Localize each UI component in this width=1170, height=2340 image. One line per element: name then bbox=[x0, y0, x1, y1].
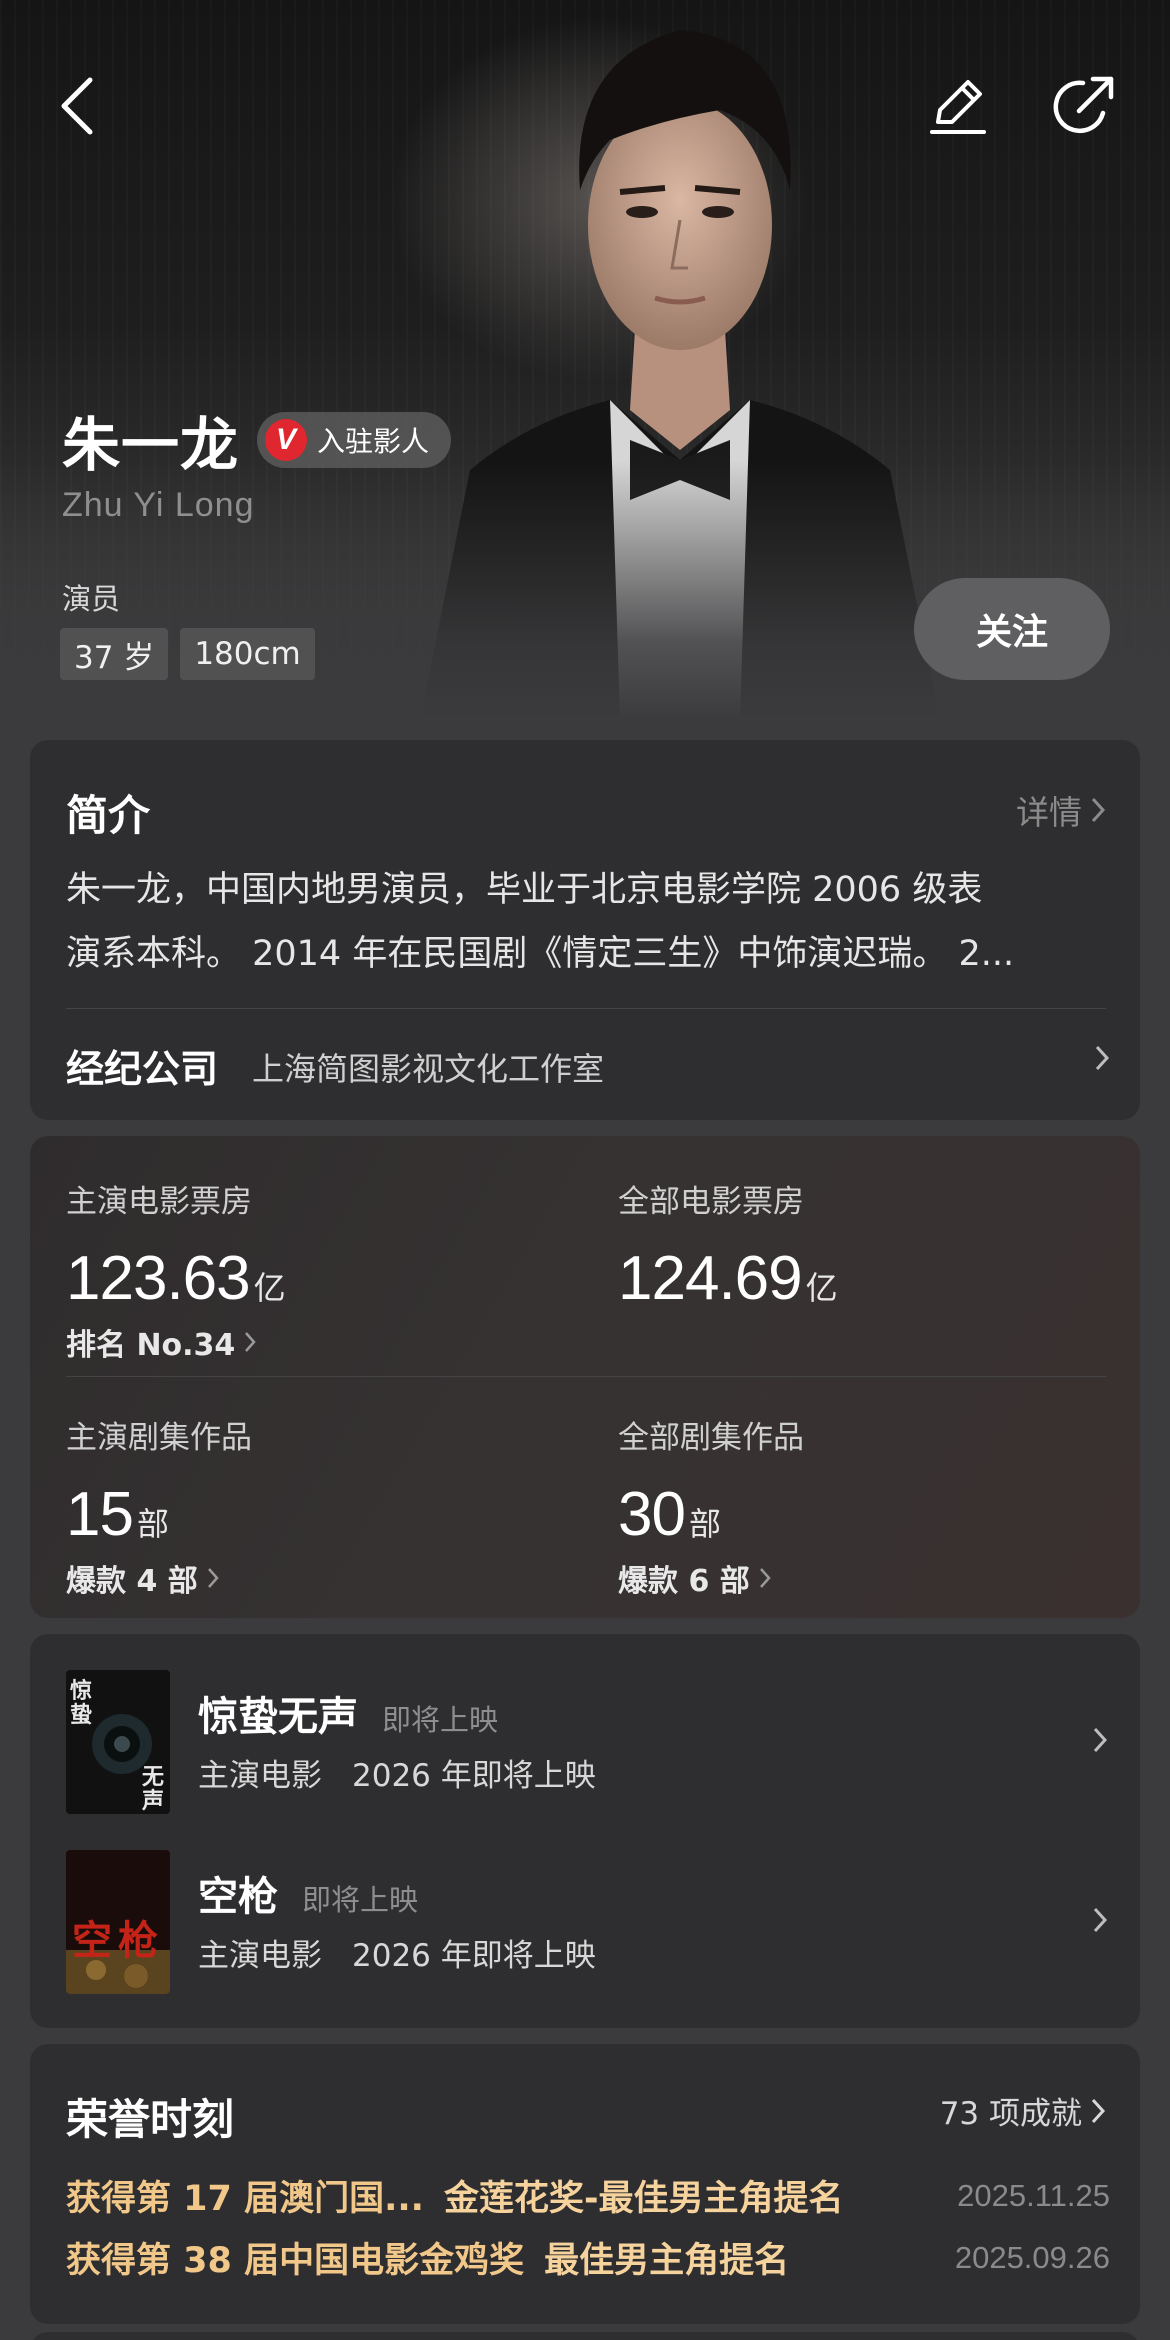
upcoming-works-card: 惊 蛰 无 声 惊蛰无声 即将上映 主演电影 2026 年即将上映 空 枪 空枪… bbox=[30, 1634, 1140, 2028]
stat-value: 30 bbox=[618, 1480, 686, 1549]
edit-pencil-icon bbox=[930, 80, 986, 134]
work-item[interactable]: 惊 蛰 无 声 惊蛰无声 即将上映 主演电影 2026 年即将上映 bbox=[66, 1670, 1110, 1814]
stat-label: 全部剧集作品 bbox=[618, 1420, 804, 1456]
all-box-office-stat: 全部电影票房 124.69 亿 bbox=[618, 1176, 838, 1314]
verified-badge[interactable]: V 入驻影人 bbox=[257, 412, 452, 468]
chevron-right-icon bbox=[245, 1332, 256, 1352]
intro-card: 简介 详情 朱一龙，中国内地男演员，毕业于北京电影学院 2006 级表 演系本科… bbox=[30, 740, 1140, 1120]
verified-badge-label: 入驻影人 bbox=[317, 425, 430, 458]
work-title-row: 空枪 即将上映 bbox=[198, 1864, 418, 1922]
stat-value: 124.69 bbox=[618, 1244, 803, 1313]
work-poster: 惊 蛰 无 声 bbox=[66, 1670, 170, 1814]
divider bbox=[66, 1376, 1106, 1377]
stat-sub-label: 爆款 4 部 bbox=[66, 1564, 198, 1599]
chevron-right-icon bbox=[1091, 2098, 1106, 2123]
work-type: 主演电影 bbox=[198, 1938, 322, 1974]
poster-text: 惊 bbox=[70, 1678, 92, 1704]
actor-name: 朱一龙 bbox=[62, 411, 240, 479]
intro-detail-link[interactable]: 详情 bbox=[1016, 786, 1106, 834]
actor-tags: 37 岁 180cm bbox=[60, 628, 315, 680]
work-release: 2026 年即将上映 bbox=[352, 1938, 596, 1974]
svg-text:枪: 枪 bbox=[118, 1917, 158, 1964]
lead-series-stat: 主演剧集作品 15 部 爆款 4 部 bbox=[66, 1412, 252, 1600]
actor-role: 演员 bbox=[62, 582, 121, 616]
agency-label: 经纪公司 bbox=[66, 1047, 219, 1091]
work-poster: 空 枪 bbox=[66, 1850, 170, 1994]
work-item[interactable]: 空 枪 空枪 即将上映 主演电影 2026 年即将上映 bbox=[66, 1850, 1110, 1994]
all-series-stat: 全部剧集作品 30 部 爆款 6 部 bbox=[618, 1412, 804, 1600]
work-release: 2026 年即将上映 bbox=[352, 1758, 596, 1794]
intro-line: 朱一龙，中国内地男演员，毕业于北京电影学院 2006 级表 bbox=[66, 870, 983, 910]
honor-award: 金莲花奖-最佳男主角提名 bbox=[443, 2179, 844, 2219]
share-button[interactable] bbox=[1046, 66, 1126, 146]
lead-series-hits-link[interactable]: 爆款 4 部 bbox=[66, 1556, 252, 1600]
honors-count: 73 项成就 bbox=[939, 2096, 1082, 2132]
svg-text:蛰: 蛰 bbox=[70, 1703, 92, 1728]
intro-line: 演系本科。 2014 年在民国剧《情定三生》中饰演迟瑞。 2... bbox=[66, 934, 1015, 974]
share-icon bbox=[1053, 76, 1114, 134]
stat-unit: 部 bbox=[136, 1505, 169, 1543]
work-meta: 主演电影 2026 年即将上映 bbox=[198, 1750, 596, 1795]
poster-text: 空 bbox=[72, 1917, 112, 1964]
honors-count-link[interactable]: 73 项成就 bbox=[940, 2088, 1106, 2133]
stat-sub-label: 爆款 6 部 bbox=[618, 1564, 750, 1599]
all-series-hits-link[interactable]: 爆款 6 部 bbox=[618, 1556, 804, 1600]
honor-item[interactable]: 获得第 38 届中国电影金鸡奖 最佳男主角提名 2025.09.26 bbox=[66, 2232, 1110, 2283]
career-stats-card: 主演电影票房 123.63 亿 排名 No.34 全部电影票房 124.69 亿… bbox=[30, 1136, 1140, 1618]
chevron-right-icon bbox=[1093, 1907, 1108, 1933]
intro-text[interactable]: 朱一龙，中国内地男演员，毕业于北京电影学院 2006 级表 演系本科。 2014… bbox=[66, 858, 1110, 986]
stat-label: 主演剧集作品 bbox=[66, 1420, 252, 1456]
divider bbox=[66, 1008, 1106, 1009]
work-title: 惊蛰无声 bbox=[198, 1694, 358, 1740]
chevron-right-icon[interactable] bbox=[1094, 1044, 1110, 1072]
intro-title: 简介 bbox=[66, 791, 151, 840]
honor-award: 最佳男主角提名 bbox=[544, 2241, 790, 2281]
intro-detail-label: 详情 bbox=[1016, 793, 1082, 832]
work-meta: 主演电影 2026 年即将上映 bbox=[198, 1930, 596, 1975]
actor-name-row: 朱一龙 V 入驻影人 bbox=[62, 398, 452, 482]
honor-event: 获得第 17 届澳门国... bbox=[66, 2179, 424, 2219]
chevron-right-icon bbox=[1091, 797, 1106, 823]
actor-pinyin-name: Zhu Yi Long bbox=[62, 486, 255, 524]
back-arrow-icon bbox=[61, 77, 93, 135]
lead-box-office-stat: 主演电影票房 123.63 亿 排名 No.34 bbox=[66, 1176, 286, 1364]
work-title-row: 惊蛰无声 即将上映 bbox=[198, 1684, 498, 1742]
stat-value: 15 bbox=[66, 1480, 134, 1549]
chevron-right-icon bbox=[207, 1568, 219, 1588]
stat-label: 全部电影票房 bbox=[618, 1184, 804, 1220]
height-tag: 180cm bbox=[180, 628, 315, 680]
box-office-rank-link[interactable]: 排名 No.34 bbox=[66, 1320, 286, 1364]
age-tag: 37 岁 bbox=[60, 628, 169, 680]
svg-text:无: 无 bbox=[142, 1765, 164, 1790]
edit-button[interactable] bbox=[918, 66, 998, 146]
chevron-right-icon bbox=[759, 1568, 771, 1588]
agency-value[interactable]: 上海简图影视文化工作室 bbox=[252, 1044, 604, 1090]
honors-card: 荣誉时刻 73 项成就 获得第 17 届澳门国... 金莲花奖-最佳男主角提名 … bbox=[30, 2044, 1140, 2324]
honor-event: 获得第 38 届中国电影金鸡奖 bbox=[66, 2241, 525, 2281]
work-title: 空枪 bbox=[198, 1874, 278, 1920]
work-type: 主演电影 bbox=[198, 1758, 322, 1794]
honor-item[interactable]: 获得第 17 届澳门国... 金莲花奖-最佳男主角提名 2025.11.25 bbox=[66, 2170, 1110, 2221]
follow-button[interactable]: 关注 bbox=[914, 578, 1110, 680]
honors-title: 荣誉时刻 bbox=[66, 2095, 235, 2144]
back-button[interactable] bbox=[38, 66, 118, 146]
stat-value: 123.63 bbox=[66, 1244, 251, 1313]
svg-text:声: 声 bbox=[141, 1789, 164, 1814]
work-status: 即将上映 bbox=[302, 1883, 419, 1917]
honor-date: 2025.11.25 bbox=[957, 2177, 1110, 2213]
verified-v-icon: V bbox=[265, 419, 308, 461]
stat-unit: 部 bbox=[688, 1505, 721, 1543]
next-card-peek bbox=[30, 2332, 1140, 2340]
chevron-right-icon bbox=[1093, 1727, 1108, 1753]
stat-sub-label: 排名 No.34 bbox=[66, 1328, 236, 1363]
work-status: 即将上映 bbox=[382, 1703, 499, 1737]
stat-unit: 亿 bbox=[805, 1269, 838, 1307]
stat-unit: 亿 bbox=[253, 1269, 286, 1307]
honor-date: 2025.09.26 bbox=[954, 2239, 1110, 2275]
stat-label: 主演电影票房 bbox=[66, 1184, 252, 1220]
